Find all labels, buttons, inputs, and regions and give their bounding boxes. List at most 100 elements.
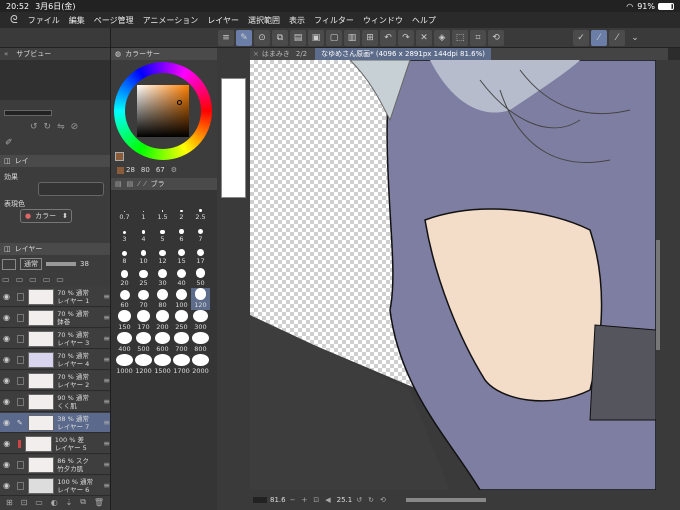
eyedrop-icon[interactable]: ⊙ xyxy=(254,30,270,46)
layer-checkbox[interactable] xyxy=(16,355,25,364)
layer-tool-5-icon[interactable]: ▭ xyxy=(56,275,64,284)
menu-window[interactable]: ウィンドウ xyxy=(363,15,403,26)
layer-menu-icon[interactable]: ≡ xyxy=(103,292,110,301)
eye-icon[interactable]: ◉ xyxy=(0,460,13,469)
save-icon[interactable]: ▣ xyxy=(308,30,324,46)
brush-size-cell[interactable]: 15 xyxy=(172,244,191,266)
brush-size-cell[interactable]: 80 xyxy=(153,288,172,310)
brush-size-cell[interactable]: 1500 xyxy=(153,354,172,376)
layer-checkbox[interactable] xyxy=(16,397,25,406)
opacity-slider[interactable] xyxy=(46,262,76,266)
brush-size-cell[interactable]: 1 xyxy=(134,200,153,222)
rotate-left-icon[interactable]: ↺ xyxy=(30,122,38,132)
brush-size-cell[interactable]: 5 xyxy=(153,222,172,244)
layer-menu-icon[interactable]: ≡ xyxy=(103,355,110,364)
brush-size-cell[interactable]: 1000 xyxy=(115,354,134,376)
open-icon[interactable]: ▥ xyxy=(344,30,360,46)
collapse-left-icon[interactable]: « xyxy=(4,50,8,58)
check-icon[interactable]: ✓ xyxy=(573,30,589,46)
main-color-swatch[interactable] xyxy=(115,152,124,161)
brush-size-cell[interactable]: 800 xyxy=(191,332,210,354)
brush-size-cell[interactable]: 170 xyxy=(134,310,153,332)
brush-tab[interactable]: ブラ xyxy=(151,179,165,189)
layer-tool-4-icon[interactable]: ▭ xyxy=(43,275,51,284)
brush-size-cell[interactable]: 25 xyxy=(134,266,153,288)
eyedropper-icon[interactable]: ✐ xyxy=(5,138,13,148)
brush-size-cell[interactable]: 600 xyxy=(153,332,172,354)
layer-tool-1-icon[interactable]: ▭ xyxy=(2,275,10,284)
eye-icon[interactable]: ◉ xyxy=(0,355,13,364)
layer-row[interactable]: ◉ 70 % 通常 鉢巻 ≡ xyxy=(0,308,110,328)
zoom-slider[interactable] xyxy=(4,110,52,116)
eye-icon[interactable]: ◉ xyxy=(0,334,13,343)
blend-mode-select[interactable]: 通常 xyxy=(20,258,42,270)
layer-menu-icon[interactable]: ≡ xyxy=(103,334,110,343)
page-thumbnail[interactable] xyxy=(221,78,246,198)
brush-size-cell[interactable]: 100 xyxy=(172,288,191,310)
zoom-out-icon[interactable]: − xyxy=(290,496,296,504)
brush-b-icon[interactable]: ⁄ xyxy=(609,30,625,46)
brush-size-cell[interactable]: 60 xyxy=(115,288,134,310)
brush-size-cell[interactable]: 10 xyxy=(134,244,153,266)
pen-icon[interactable]: ✎ xyxy=(236,30,252,46)
folder-icon[interactable]: ▭ xyxy=(35,498,43,507)
eye-icon[interactable]: ◉ xyxy=(0,376,13,385)
eye-icon[interactable]: ◉ xyxy=(0,481,13,490)
layer-row[interactable]: ◉ 70 % 通常 レイヤー 1 ≡ xyxy=(0,287,110,307)
brush-size-cell[interactable]: 50 xyxy=(191,266,210,288)
zoom-slider-track[interactable] xyxy=(253,497,267,503)
brush-size-cell[interactable]: 500 xyxy=(134,332,153,354)
tab-document-2[interactable]: なゆめさん原画* (4096 x 2891px 144dpi 81.6%) xyxy=(315,48,492,60)
tab-close-icon[interactable]: × xyxy=(253,50,259,58)
eye-icon[interactable]: ◉ xyxy=(0,418,13,427)
vertical-scrollbar[interactable] xyxy=(656,240,660,350)
horizontal-scrollbar[interactable] xyxy=(405,498,486,502)
menu-view[interactable]: 表示 xyxy=(289,15,305,26)
brush-size-cell[interactable]: 200 xyxy=(153,310,172,332)
brush-icon-2[interactable]: ▤ xyxy=(127,180,134,188)
brush-size-cell[interactable]: 70 xyxy=(134,288,153,310)
expression-color-select[interactable]: ● カラー ⬍ xyxy=(20,209,72,223)
subview-tab[interactable]: サブビュー xyxy=(16,49,51,59)
eye-icon[interactable]: ◉ xyxy=(0,397,13,406)
app-logo-icon[interactable]: ᘓ xyxy=(10,13,18,27)
layer-row[interactable]: ◉ 70 % 通常 レイヤー 2 ≡ xyxy=(0,371,110,391)
flip-icon[interactable]: ⇋ xyxy=(57,122,65,132)
layer-property-tab[interactable]: レイ xyxy=(15,156,29,166)
delete-icon[interactable]: 🗑 xyxy=(94,498,104,507)
transform-icon[interactable]: ⬚ xyxy=(452,30,468,46)
duplicate-icon[interactable]: ⧉ xyxy=(80,497,86,507)
layer-checkbox[interactable] xyxy=(16,376,25,385)
layer-tab[interactable]: レイヤー xyxy=(15,244,43,254)
reset-icon[interactable]: ⊘ xyxy=(71,122,79,132)
settings-icon[interactable]: ⚙ xyxy=(171,166,177,174)
new-layer-icon[interactable]: ⊞ xyxy=(6,498,13,507)
zoom-in-icon[interactable]: + xyxy=(301,496,307,504)
brush-size-cell[interactable]: 30 xyxy=(153,266,172,288)
eye-icon[interactable]: ◉ xyxy=(0,439,14,448)
menu-filter[interactable]: フィルター xyxy=(314,15,354,26)
brush-size-cell[interactable]: 250 xyxy=(172,310,191,332)
drawing-canvas[interactable] xyxy=(250,60,656,490)
menu-file[interactable]: ファイル xyxy=(28,15,60,26)
brush-size-cell[interactable]: 20 xyxy=(115,266,134,288)
rotate-cw-icon[interactable]: ↻ xyxy=(368,496,374,504)
brush-size-cell[interactable]: 40 xyxy=(172,266,191,288)
brush-a-icon[interactable]: ⁄ xyxy=(591,30,607,46)
effect-buttons[interactable] xyxy=(38,182,104,196)
layer-menu-icon[interactable]: ≡ xyxy=(103,460,110,469)
eye-icon[interactable]: ◉ xyxy=(0,313,13,322)
reset-rotation-icon[interactable]: ⟲ xyxy=(380,496,386,504)
menu-selection[interactable]: 選択範囲 xyxy=(248,15,280,26)
brush-size-cell[interactable]: 300 xyxy=(191,310,210,332)
rotate-ccw-icon[interactable]: ↺ xyxy=(356,496,362,504)
color-tab[interactable]: カラーサー xyxy=(125,49,160,59)
new-icon[interactable]: ▢ xyxy=(326,30,342,46)
clear-icon[interactable]: ✕ xyxy=(416,30,432,46)
layer-checkbox[interactable] xyxy=(16,460,25,469)
menu-edit[interactable]: 編集 xyxy=(69,15,85,26)
brush-size-cell[interactable]: 120 xyxy=(191,288,210,310)
layer-mode-icon[interactable] xyxy=(2,258,16,270)
brush-size-cell[interactable]: 1700 xyxy=(172,354,191,376)
brush-size-cell[interactable]: 0.7 xyxy=(115,200,134,222)
